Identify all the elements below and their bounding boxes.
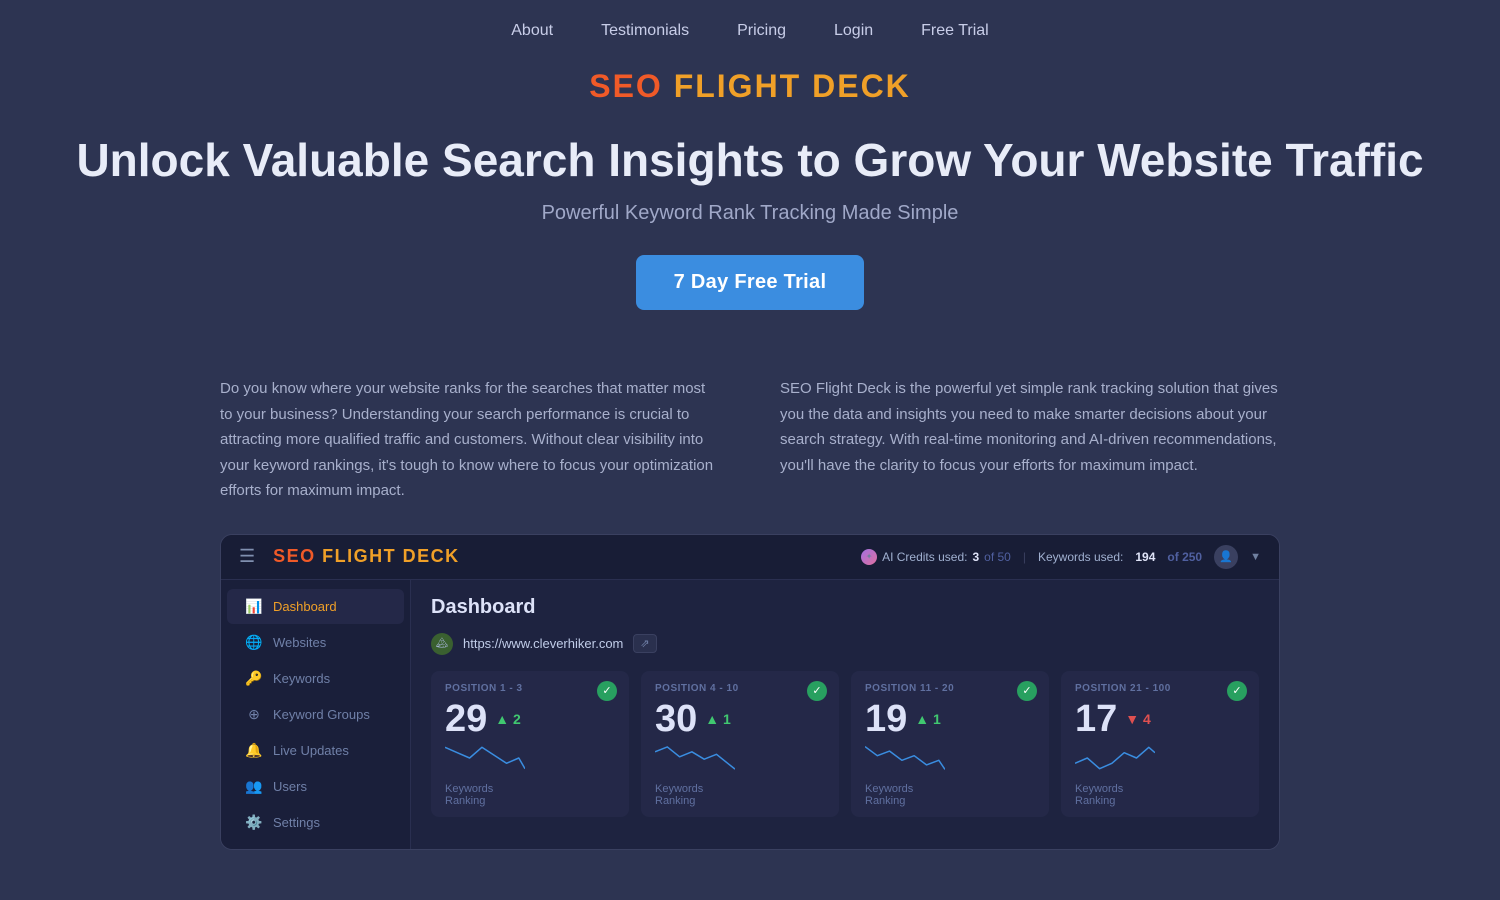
description-right: SEO Flight Deck is the powerful yet simp… xyxy=(780,376,1280,504)
card-number: 29 ▲ 2 xyxy=(445,700,615,738)
position-card-2: POSITION 4 - 10 ✓ 30 ▲ 1 KeywordsRanking xyxy=(641,671,839,817)
logo-deck: DECK xyxy=(812,68,911,104)
users-icon: 👥 xyxy=(245,778,263,795)
mockup-body: 📊 Dashboard 🌐 Websites 🔑 Keywords ⊕ Keyw… xyxy=(221,580,1279,849)
sidebar-item-dashboard[interactable]: 📊 Dashboard xyxy=(227,589,404,624)
live-updates-icon: 🔔 xyxy=(245,742,263,759)
main-content: Dashboard 🏔 https://www.cleverhiker.com … xyxy=(411,580,1279,849)
card-position-label: POSITION 4 - 10 xyxy=(655,683,825,694)
card-position-label: POSITION 21 - 100 xyxy=(1075,683,1245,694)
card-delta: ▲ 1 xyxy=(705,712,731,726)
user-avatar-icon[interactable]: 👤 xyxy=(1214,545,1238,569)
card-check-icon: ✓ xyxy=(807,681,827,701)
position-cards: POSITION 1 - 3 ✓ 29 ▲ 2 KeywordsRanking … xyxy=(431,671,1259,817)
card-sub-label: KeywordsRanking xyxy=(1075,783,1245,807)
cta-button[interactable]: 7 Day Free Trial xyxy=(636,255,865,310)
ai-icon: ✦ xyxy=(861,549,877,565)
dropdown-icon[interactable]: ▼ xyxy=(1250,551,1261,563)
external-link-icon[interactable]: ⇗ xyxy=(633,634,656,653)
description-left: Do you know where your website ranks for… xyxy=(220,376,720,504)
sparkline-chart xyxy=(1075,742,1155,774)
card-number: 19 ▲ 1 xyxy=(865,700,1035,738)
settings-icon: ⚙️ xyxy=(245,814,263,831)
card-number: 17 ▼ 4 xyxy=(1075,700,1245,738)
card-sub-label: KeywordsRanking xyxy=(865,783,1035,807)
card-check-icon: ✓ xyxy=(597,681,617,701)
position-card-4: POSITION 21 - 100 ✓ 17 ▼ 4 KeywordsRanki… xyxy=(1061,671,1259,817)
ai-credits-section: ✦ AI Credits used: 3 of 50 xyxy=(861,549,1011,565)
dashboard-icon: 📊 xyxy=(245,598,263,615)
website-url[interactable]: https://www.cleverhiker.com xyxy=(463,636,623,651)
sparkline-chart xyxy=(445,742,525,774)
sparkline-chart xyxy=(655,742,735,774)
nav-pricing[interactable]: Pricing xyxy=(737,22,786,40)
mockup-topbar: ☰ SEO FLIGHT DECK ✦ AI Credits used: 3 o… xyxy=(221,535,1279,580)
keywords-icon: 🔑 xyxy=(245,670,263,687)
card-check-icon: ✓ xyxy=(1227,681,1247,701)
card-position-label: POSITION 1 - 3 xyxy=(445,683,615,694)
hero-headline: Unlock Valuable Search Insights to Grow … xyxy=(0,133,1500,188)
position-card-3: POSITION 11 - 20 ✓ 19 ▲ 1 KeywordsRankin… xyxy=(851,671,1049,817)
sidebar-item-websites[interactable]: 🌐 Websites xyxy=(227,625,404,660)
sparkline-chart xyxy=(865,742,945,774)
card-sub-label: KeywordsRanking xyxy=(655,783,825,807)
card-delta: ▲ 1 xyxy=(915,712,941,726)
card-number: 30 ▲ 1 xyxy=(655,700,825,738)
nav-free-trial[interactable]: Free Trial xyxy=(921,22,989,40)
sidebar-item-keywords[interactable]: 🔑 Keywords xyxy=(227,661,404,696)
description-section: Do you know where your website ranks for… xyxy=(100,340,1400,534)
card-delta: ▼ 4 xyxy=(1125,712,1151,726)
nav-login[interactable]: Login xyxy=(834,22,873,40)
hero-section: SEO FLIGHT DECK Unlock Valuable Search I… xyxy=(0,58,1500,340)
nav-about[interactable]: About xyxy=(511,22,553,40)
websites-icon: 🌐 xyxy=(245,634,263,651)
website-bar: 🏔 https://www.cleverhiker.com ⇗ xyxy=(431,633,1259,655)
hero-logo: SEO FLIGHT DECK xyxy=(0,68,1500,105)
logo-seo: SEO xyxy=(589,68,663,104)
card-check-icon: ✓ xyxy=(1017,681,1037,701)
card-sub-label: KeywordsRanking xyxy=(445,783,615,807)
dashboard-mockup: ☰ SEO FLIGHT DECK ✦ AI Credits used: 3 o… xyxy=(220,534,1280,850)
sidebar-item-keyword-groups[interactable]: ⊕ Keyword Groups xyxy=(227,697,404,732)
topbar-right: ✦ AI Credits used: 3 of 50 | Keywords us… xyxy=(861,545,1261,569)
position-card-1: POSITION 1 - 3 ✓ 29 ▲ 2 KeywordsRanking xyxy=(431,671,629,817)
logo-flight: FLIGHT xyxy=(674,68,802,104)
dashboard-title: Dashboard xyxy=(431,596,1259,619)
sidebar-item-users[interactable]: 👥 Users xyxy=(227,769,404,804)
main-nav: About Testimonials Pricing Login Free Tr… xyxy=(0,0,1500,58)
hero-subheadline: Powerful Keyword Rank Tracking Made Simp… xyxy=(0,202,1500,225)
sidebar-item-live-updates[interactable]: 🔔 Live Updates xyxy=(227,733,404,768)
mockup-wrapper: ☰ SEO FLIGHT DECK ✦ AI Credits used: 3 o… xyxy=(100,534,1400,890)
sidebar-item-settings[interactable]: ⚙️ Settings xyxy=(227,805,404,840)
hamburger-icon[interactable]: ☰ xyxy=(239,546,255,567)
website-favicon: 🏔 xyxy=(431,633,453,655)
card-position-label: POSITION 11 - 20 xyxy=(865,683,1035,694)
mockup-logo: SEO FLIGHT DECK xyxy=(273,546,460,567)
keyword-groups-icon: ⊕ xyxy=(245,706,263,723)
sidebar: 📊 Dashboard 🌐 Websites 🔑 Keywords ⊕ Keyw… xyxy=(221,580,411,849)
nav-testimonials[interactable]: Testimonials xyxy=(601,22,689,40)
card-delta: ▲ 2 xyxy=(495,712,521,726)
